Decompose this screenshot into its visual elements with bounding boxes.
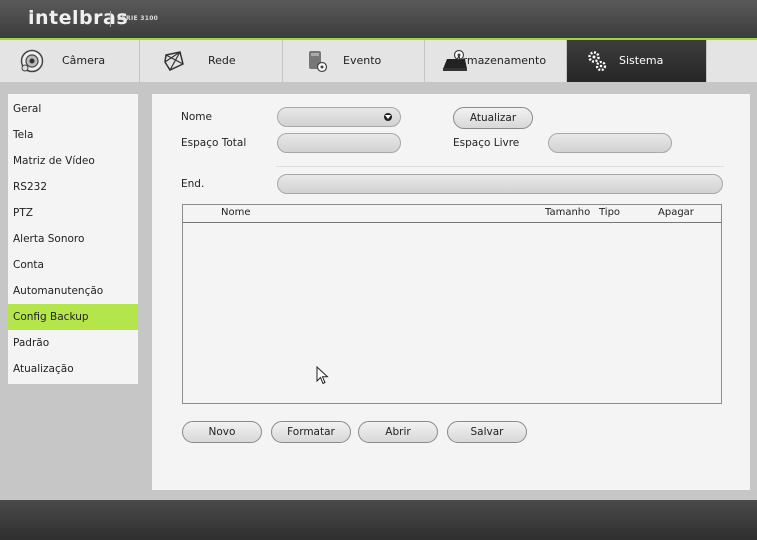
espaco-total-label: Espaço Total [181,137,247,149]
col-apagar: Apagar [658,207,694,218]
mouse-cursor-icon [316,366,329,385]
end-input[interactable] [277,174,723,194]
nome-select[interactable] [277,107,401,127]
nome-label: Nome [181,111,212,123]
tab-armazenamento-label: Armazenamento [455,54,547,67]
series-label: SÉRIE 3100 [117,15,159,22]
tab-camera[interactable]: Câmera [0,40,140,82]
sidebar-item-rs232[interactable]: RS232 [8,174,138,200]
sidebar-item-padrao[interactable]: Padrão [8,330,138,356]
sidebar-item-conta[interactable]: Conta [8,252,138,278]
gear-icon [588,51,607,72]
espaco-livre-field [548,133,672,153]
main-tab-bar: Câmera Rede Evento Armazenamento Sistema [0,40,757,83]
table-header: Nome Tamanho Tipo Apagar [183,205,721,223]
novo-button[interactable]: Novo [182,421,262,443]
logo-separator [110,11,111,27]
formatar-button[interactable]: Formatar [271,421,351,443]
tab-camera-label: Câmera [62,54,106,67]
tab-sistema[interactable]: Sistema [567,40,707,82]
top-bar: intelbras SÉRIE 3100 [0,0,757,40]
salvar-button[interactable]: Salvar [447,421,527,443]
tab-sistema-label: Sistema [619,54,664,67]
sidebar-item-geral[interactable]: Geral [8,96,138,122]
backup-panel: Nome Atualizar Espaço Total Espaço Livre… [152,94,750,490]
sidebar-item-tela[interactable]: Tela [8,122,138,148]
divider [276,166,724,167]
atualizar-button[interactable]: Atualizar [453,107,533,129]
bottom-bar [0,500,757,540]
sidebar: Geral Tela Matriz de Vídeo RS232 PTZ Ale… [8,94,138,384]
chevron-down-icon [384,113,392,121]
tab-rede[interactable]: Rede [140,40,283,82]
camera-icon [20,49,44,73]
sidebar-item-matriz-de-video[interactable]: Matriz de Vídeo [8,148,138,174]
col-tamanho: Tamanho [545,207,591,218]
abrir-button[interactable]: Abrir [358,421,438,443]
file-table[interactable]: Nome Tamanho Tipo Apagar [182,204,722,404]
end-label: End. [181,178,205,190]
main-area: Geral Tela Matriz de Vídeo RS232 PTZ Ale… [0,82,757,500]
espaco-total-field [277,133,401,153]
tab-armazenamento[interactable]: Armazenamento [425,40,567,82]
espaco-livre-label: Espaço Livre [453,137,520,149]
tab-evento-label: Evento [343,54,382,67]
tab-evento[interactable]: Evento [283,40,425,82]
col-nome: Nome [221,207,251,218]
sidebar-item-atualizacao[interactable]: Atualização [8,356,138,382]
sidebar-item-config-backup[interactable]: Config Backup [8,304,138,330]
brand-logo: intelbras [28,7,129,29]
col-tipo: Tipo [599,207,621,218]
sidebar-item-ptz[interactable]: PTZ [8,200,138,226]
sidebar-item-automanutencao[interactable]: Automanutenção [8,278,138,304]
network-icon [164,51,184,71]
tab-rede-label: Rede [208,54,236,67]
sidebar-item-alerta-sonoro[interactable]: Alerta Sonoro [8,226,138,252]
event-icon [309,51,328,73]
